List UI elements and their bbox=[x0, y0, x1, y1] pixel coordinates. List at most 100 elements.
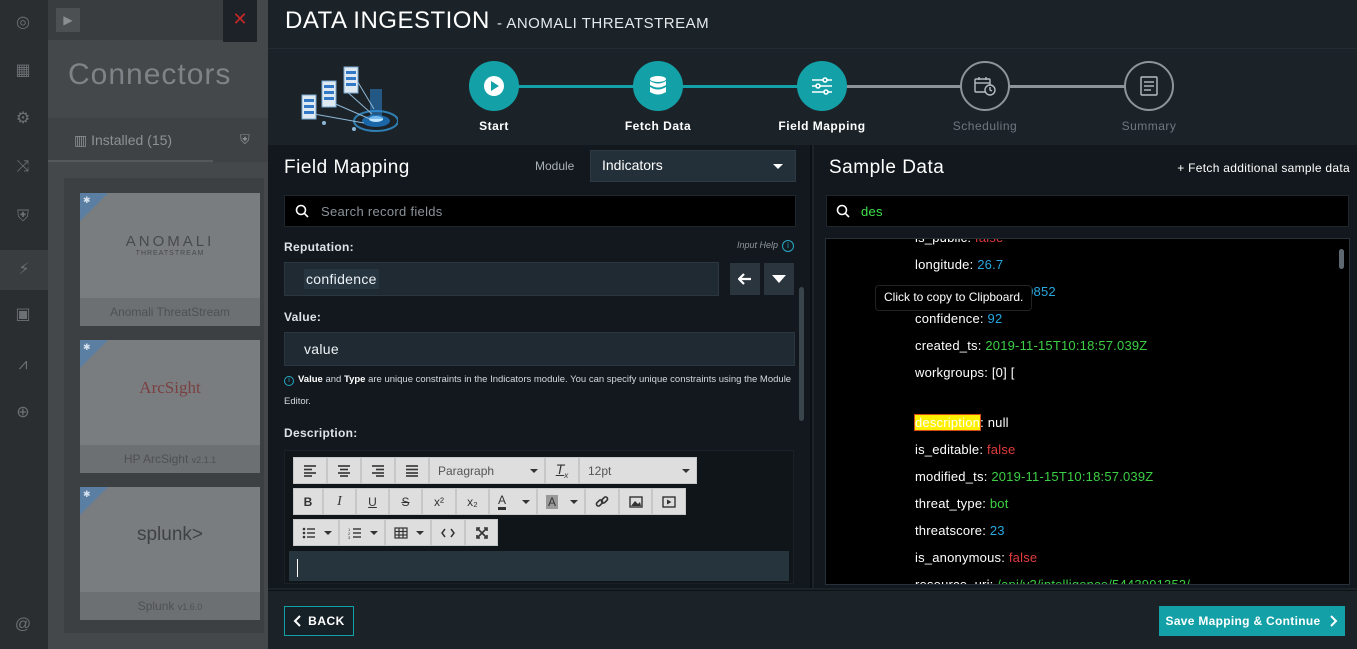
back-button[interactable]: BACK bbox=[284, 606, 354, 636]
json-value[interactable]: /api/v2/intelligence/5443991353/ bbox=[997, 577, 1190, 584]
insert-media-button[interactable] bbox=[652, 488, 686, 515]
json-row[interactable]: resource_uri: /api/v2/intelligence/54439… bbox=[915, 577, 1190, 584]
json-row[interactable]: modified_ts: 2019-11-15T10:18:57.039Z bbox=[915, 469, 1153, 484]
italic-button[interactable]: I bbox=[323, 488, 356, 515]
json-row[interactable]: is_public: false bbox=[915, 239, 1003, 245]
connector-card[interactable]: ✱ splunk> Splunk v1.6.0 bbox=[80, 487, 260, 620]
clear-format-icon: Tx bbox=[555, 461, 569, 480]
background-color-button[interactable]: A bbox=[537, 488, 585, 515]
json-row[interactable]: description: null bbox=[913, 414, 1009, 431]
shuffle-icon[interactable]: ⤨ bbox=[12, 156, 34, 178]
support-icon[interactable]: ⊕ bbox=[12, 402, 34, 424]
connector-card[interactable]: ✱ ArcSight HP ArcSight v2.1.1 bbox=[80, 340, 260, 473]
module-select[interactable]: Indicators bbox=[590, 150, 796, 182]
json-value[interactable]: 26.7 bbox=[977, 257, 1003, 272]
align-right-button[interactable] bbox=[361, 457, 395, 484]
dashboard-icon[interactable]: ◎ bbox=[12, 12, 34, 34]
source-code-button[interactable] bbox=[431, 519, 465, 546]
json-value[interactable]: false bbox=[975, 239, 1003, 245]
input-help-link[interactable]: Input Help i bbox=[737, 240, 794, 252]
close-icon[interactable]: ✕ bbox=[223, 0, 257, 42]
expand-arrow-icon[interactable]: ▶ bbox=[56, 8, 80, 32]
json-value[interactable]: bot bbox=[990, 496, 1009, 511]
bullet-list-button[interactable] bbox=[293, 519, 339, 546]
align-left-button[interactable] bbox=[293, 457, 327, 484]
json-row[interactable]: threatscore: 23 bbox=[915, 523, 1005, 538]
fetch-additional-sample-link[interactable]: + Fetch additional sample data bbox=[1177, 161, 1350, 175]
json-key[interactable]: description bbox=[913, 414, 982, 431]
step-start[interactable]: Start bbox=[429, 61, 559, 133]
grid-icon[interactable]: ▦ bbox=[12, 60, 34, 82]
connector-card[interactable]: ✱ ANOMALI THREATSTREAM Anomali ThreatStr… bbox=[80, 193, 260, 326]
font-color-button[interactable]: A bbox=[489, 488, 537, 515]
underline-button[interactable]: U bbox=[356, 488, 389, 515]
reputation-field[interactable]: confidence bbox=[284, 262, 719, 296]
bold-button[interactable]: B bbox=[293, 488, 323, 515]
shield-icon[interactable]: ⛨ bbox=[12, 206, 34, 228]
save-mapping-continue-button[interactable]: Save Mapping & Continue bbox=[1159, 606, 1345, 636]
at-icon[interactable]: @ bbox=[12, 614, 34, 636]
chevron-down-icon bbox=[324, 530, 332, 535]
json-value[interactable]: [0] [ bbox=[992, 365, 1015, 380]
json-row[interactable]: threat_type: bot bbox=[915, 496, 1009, 511]
json-key[interactable]: created_ts bbox=[915, 338, 978, 353]
map-arrow-button[interactable] bbox=[730, 263, 760, 295]
briefcase-icon[interactable]: ▣ bbox=[12, 304, 34, 326]
align-center-button[interactable] bbox=[327, 457, 361, 484]
json-value[interactable]: 2019-11-15T10:18:57.039Z bbox=[985, 338, 1147, 353]
value-field[interactable]: value bbox=[284, 332, 795, 366]
chart-icon[interactable]: ⩘ bbox=[12, 354, 34, 376]
json-key[interactable]: modified_ts bbox=[915, 469, 984, 484]
step-scheduling[interactable]: Scheduling bbox=[920, 61, 1050, 133]
json-key[interactable]: threatscore bbox=[915, 523, 982, 538]
json-value[interactable]: 2019-11-15T10:18:57.039Z bbox=[991, 469, 1153, 484]
json-key[interactable]: is_anonymous bbox=[915, 550, 1001, 565]
json-key[interactable]: is_editable bbox=[915, 442, 979, 457]
numbered-list-button[interactable]: 123 bbox=[339, 519, 385, 546]
json-value[interactable]: 92 bbox=[988, 311, 1003, 326]
connectors-topbar: ▶ bbox=[48, 0, 223, 40]
chevron-down-icon bbox=[522, 499, 530, 504]
clear-formatting-button[interactable]: Tx bbox=[545, 457, 579, 484]
json-row[interactable]: created_ts: 2019-11-15T10:18:57.039Z bbox=[915, 338, 1147, 353]
paragraph-format-select[interactable]: Paragraph bbox=[429, 457, 545, 484]
json-row[interactable]: is_anonymous: false bbox=[915, 550, 1037, 565]
left-scrollbar[interactable] bbox=[799, 287, 804, 421]
json-value[interactable]: false bbox=[1009, 550, 1037, 565]
subscript-button[interactable]: x₂ bbox=[456, 488, 489, 515]
connector-icon[interactable]: ⚡ bbox=[0, 250, 48, 290]
fullscreen-button[interactable] bbox=[465, 519, 498, 546]
sample-data-search-input[interactable]: des bbox=[826, 195, 1349, 227]
strikethrough-button[interactable]: S bbox=[389, 488, 422, 515]
json-key[interactable]: confidence bbox=[915, 311, 980, 326]
step-summary[interactable]: Summary bbox=[1084, 61, 1214, 133]
json-row[interactable]: is_editable: false bbox=[915, 442, 1015, 457]
align-justify-button[interactable] bbox=[395, 457, 429, 484]
json-value[interactable]: false bbox=[987, 442, 1015, 457]
insert-link-button[interactable] bbox=[585, 488, 619, 515]
json-row[interactable]: workgroups: [0] [ bbox=[915, 365, 1015, 380]
json-value[interactable]: 23 bbox=[990, 523, 1005, 538]
reputation-dropdown-button[interactable] bbox=[764, 263, 794, 295]
insert-table-button[interactable] bbox=[385, 519, 431, 546]
json-value[interactable]: null bbox=[988, 415, 1009, 430]
json-key[interactable]: workgroups bbox=[915, 365, 984, 380]
tab-installed[interactable]: ▥ Installed (15) bbox=[74, 132, 172, 149]
search-record-fields-input[interactable]: Search record fields bbox=[284, 195, 796, 227]
json-key[interactable]: threat_type bbox=[915, 496, 982, 511]
shield-tab-icon[interactable]: ⛨ bbox=[240, 132, 250, 148]
superscript-button[interactable]: x² bbox=[422, 488, 456, 515]
json-scrollbar[interactable] bbox=[1339, 249, 1344, 269]
insert-image-button[interactable] bbox=[619, 488, 652, 515]
font-size-select[interactable]: 12pt bbox=[579, 457, 697, 484]
step-field-mapping[interactable]: Field Mapping bbox=[757, 61, 887, 133]
description-editor-area[interactable] bbox=[289, 551, 789, 581]
step-fetch-data[interactable]: Fetch Data bbox=[593, 61, 723, 133]
logo-text: ANOMALI bbox=[125, 233, 215, 250]
json-row[interactable]: confidence: 92 bbox=[915, 311, 1002, 326]
json-key[interactable]: resource_uri bbox=[915, 577, 990, 584]
workflow-icon[interactable]: ⚙ bbox=[12, 108, 34, 130]
json-row[interactable]: longitude: 26.7 bbox=[915, 257, 1003, 272]
json-key[interactable]: longitude bbox=[915, 257, 970, 272]
json-key[interactable]: is_public bbox=[915, 239, 967, 245]
